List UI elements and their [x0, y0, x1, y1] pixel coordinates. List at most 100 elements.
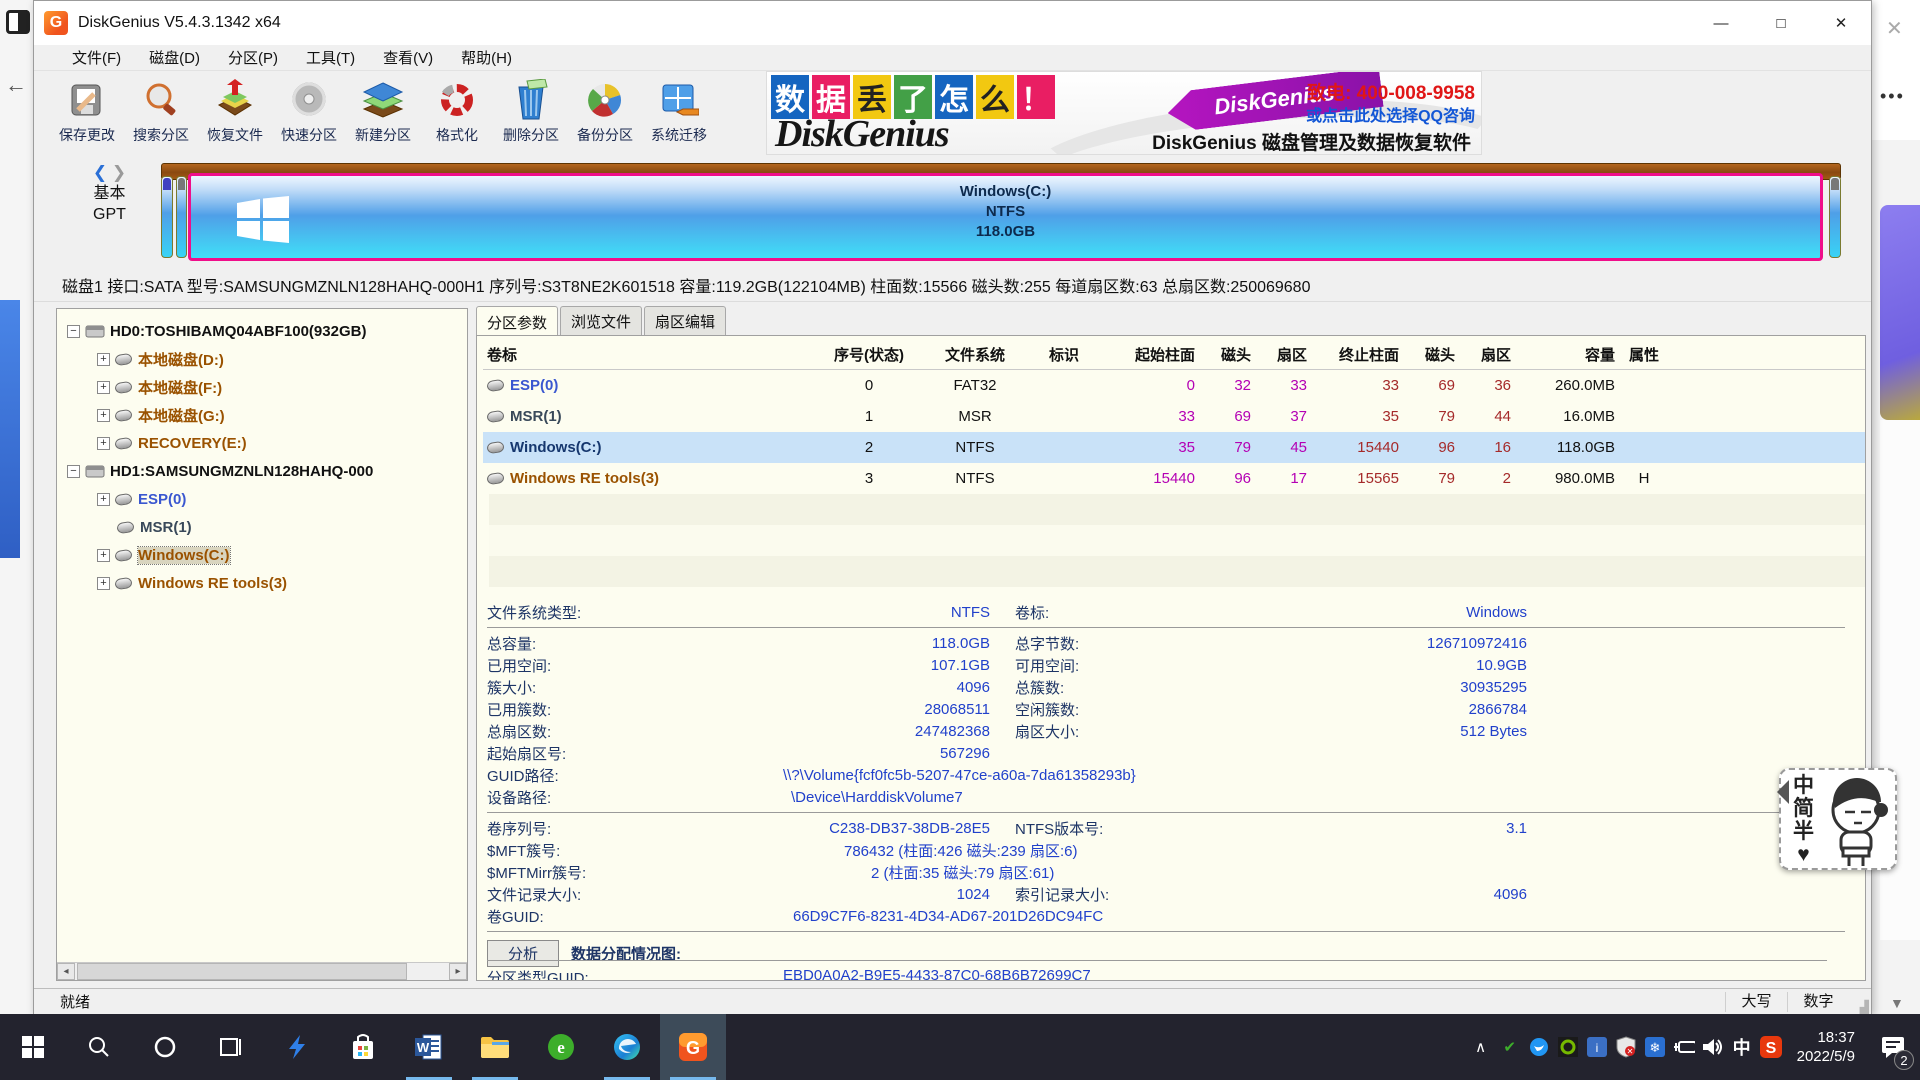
delete-partition-button[interactable]: 删除分区 [494, 71, 568, 153]
tree-item-local-f[interactable]: + 本地磁盘(F:) [63, 373, 467, 401]
minimize-button[interactable]: — [1691, 1, 1751, 45]
tree-item-local-d[interactable]: + 本地磁盘(D:) [63, 345, 467, 373]
system-migration-button[interactable]: 系统迁移 [642, 71, 716, 153]
tray-nvidia-icon[interactable] [1557, 1036, 1579, 1058]
format-button[interactable]: 格式化 [420, 71, 494, 153]
taskbar-diskgenius-icon[interactable]: G [660, 1014, 726, 1080]
quick-partition-button[interactable]: 快速分区 [272, 71, 346, 153]
background-dropdown-icon: ▼ [1890, 995, 1904, 1011]
tree-horizontal-scrollbar[interactable]: ◂ ▸ [57, 962, 467, 980]
format-icon [436, 77, 478, 123]
ime-panel-tail [1765, 780, 1789, 804]
tree-item-hd1[interactable]: − HD1:SAMSUNGMZNLN128HAHQ-000 [63, 457, 467, 485]
pinned-app-flash-icon[interactable] [264, 1014, 330, 1080]
partition-icon [114, 380, 132, 393]
menubar: 文件(F) 磁盘(D) 分区(P) 工具(T) 查看(V) 帮助(H) [34, 45, 1871, 71]
scroll-left-icon[interactable]: ◂ [57, 963, 75, 980]
expand-icon[interactable]: + [97, 577, 110, 590]
table-row-esp[interactable]: ESP(0) 0 FAT32 0 32 33 33 69 36 260.0MB [483, 370, 1865, 401]
tree-item-esp[interactable]: + ESP(0) [63, 485, 467, 513]
cortana-button[interactable] [132, 1014, 198, 1080]
collapse-icon[interactable]: − [67, 465, 80, 478]
new-partition-button[interactable]: 新建分区 [346, 71, 420, 153]
partition-re-block[interactable] [1829, 176, 1841, 258]
taskbar-clock[interactable]: 18:37 2022/5/9 [1789, 1028, 1863, 1066]
search-partition-button[interactable]: 搜索分区 [124, 71, 198, 153]
partition-esp-block[interactable] [161, 176, 173, 258]
ime-cartoon-character [1823, 776, 1889, 873]
partition-msr-block[interactable] [176, 176, 187, 258]
taskbar-360browser-icon[interactable]: e [528, 1014, 594, 1080]
menu-file[interactable]: 文件(F) [58, 47, 135, 68]
menu-tools[interactable]: 工具(T) [292, 47, 369, 68]
notification-center-button[interactable]: 2 [1870, 1014, 1916, 1080]
taskbar-word-icon[interactable]: W [396, 1014, 462, 1080]
search-icon [140, 77, 182, 123]
resize-grip[interactable] [1849, 989, 1871, 1014]
taskbar: W e G ∧ ✔ i ✕ ❄ 中 S [0, 1014, 1920, 1080]
expand-icon[interactable]: + [97, 437, 110, 450]
expand-icon[interactable]: + [97, 353, 110, 366]
tray-security-shield-icon[interactable]: ✕ [1615, 1036, 1637, 1058]
taskbar-search-button[interactable] [66, 1014, 132, 1080]
tray-sogou-icon[interactable]: S [1760, 1036, 1782, 1058]
tray-ime-mode[interactable]: 中 [1731, 1036, 1753, 1058]
scrollbar-thumb[interactable] [77, 963, 407, 980]
save-changes-button[interactable]: 保存更改 [50, 71, 124, 153]
start-button[interactable] [0, 1014, 66, 1080]
panel-splitter[interactable] [468, 308, 476, 981]
tray-snowflake-icon[interactable]: ❄ [1644, 1036, 1666, 1058]
clock-time: 18:37 [1797, 1028, 1855, 1047]
collapse-icon[interactable]: − [67, 325, 80, 338]
partition-windows-label: Windows(C:) NTFS 118.0GB [191, 182, 1820, 242]
backup-partition-button[interactable]: 备份分区 [568, 71, 642, 153]
close-button[interactable]: ✕ [1811, 1, 1871, 45]
partition-icon [116, 520, 134, 533]
menu-view[interactable]: 查看(V) [369, 47, 447, 68]
tray-power-icon[interactable] [1673, 1036, 1695, 1058]
banner-qq-link[interactable]: 或点击此处选择QQ咨询 [1306, 102, 1475, 126]
next-disk-arrow-icon[interactable]: ❯ [112, 163, 126, 182]
tray-intel-graphics-icon[interactable]: i [1586, 1036, 1608, 1058]
tree-item-local-g[interactable]: + 本地磁盘(G:) [63, 401, 467, 429]
separator [487, 931, 1845, 932]
ime-status-panel[interactable]: 中 简 半 ♥ [1779, 768, 1897, 870]
tree-item-recovery-e[interactable]: + RECOVERY(E:) [63, 429, 467, 457]
menu-partition[interactable]: 分区(P) [214, 47, 292, 68]
taskbar-edge-icon[interactable] [594, 1014, 660, 1080]
tree-item-hd0[interactable]: − HD0:TOSHIBAMQ04ABF100(932GB) [63, 317, 467, 345]
quick-partition-icon [288, 77, 330, 123]
expand-icon[interactable]: + [97, 381, 110, 394]
expand-icon[interactable]: + [97, 493, 110, 506]
table-row-windows-re[interactable]: Windows RE tools(3) 3 NTFS 15440 96 17 1… [483, 463, 1865, 494]
scroll-right-icon[interactable]: ▸ [449, 963, 467, 980]
table-header-row: 卷标 序号(状态) 文件系统 标识 起始柱面 磁头 扇区 终止柱面 磁头 扇区 … [483, 340, 1865, 370]
taskbar-explorer-icon[interactable] [462, 1014, 528, 1080]
table-row-msr[interactable]: MSR(1) 1 MSR 33 69 37 35 79 44 16.0MB [483, 401, 1865, 432]
menu-help[interactable]: 帮助(H) [447, 47, 526, 68]
table-row-windows-c[interactable]: Windows(C:) 2 NTFS 35 79 45 15440 96 16 … [483, 432, 1865, 463]
expand-icon[interactable]: + [97, 409, 110, 422]
tab-sector-edit[interactable]: 扇区编辑 [644, 306, 726, 335]
tray-update-check-icon[interactable]: ✔ [1499, 1036, 1521, 1058]
tray-volume-icon[interactable] [1702, 1036, 1724, 1058]
background-panel: ▼ [1872, 140, 1920, 1014]
background-close-icon: ✕ [1886, 16, 1903, 41]
banner-ad[interactable]: 数 据 丢 了 怎 么 ！ DiskGenius DiskGenius 致电: … [766, 71, 1482, 155]
prev-disk-arrow-icon[interactable]: ❮ [93, 163, 107, 182]
menu-disk[interactable]: 磁盘(D) [135, 47, 214, 68]
tree-item-windows-re[interactable]: + Windows RE tools(3) [63, 569, 467, 597]
tab-browse-files[interactable]: 浏览文件 [560, 306, 642, 335]
tray-chevron-icon[interactable]: ∧ [1470, 1036, 1492, 1058]
tray-dingtalk-icon[interactable] [1528, 1036, 1550, 1058]
tree-item-windows-c[interactable]: + Windows(C:) [63, 541, 467, 569]
maximize-button[interactable]: □ [1751, 1, 1811, 45]
expand-icon[interactable]: + [97, 549, 110, 562]
pinned-app-store-icon[interactable] [330, 1014, 396, 1080]
app-icon: G [44, 11, 68, 35]
tree-item-msr[interactable]: MSR(1) [63, 513, 467, 541]
recover-files-button[interactable]: 恢复文件 [198, 71, 272, 153]
task-view-button[interactable] [198, 1014, 264, 1080]
partition-windows-block[interactable]: Windows(C:) NTFS 118.0GB [188, 173, 1823, 261]
tab-partition-params[interactable]: 分区参数 [476, 306, 558, 336]
